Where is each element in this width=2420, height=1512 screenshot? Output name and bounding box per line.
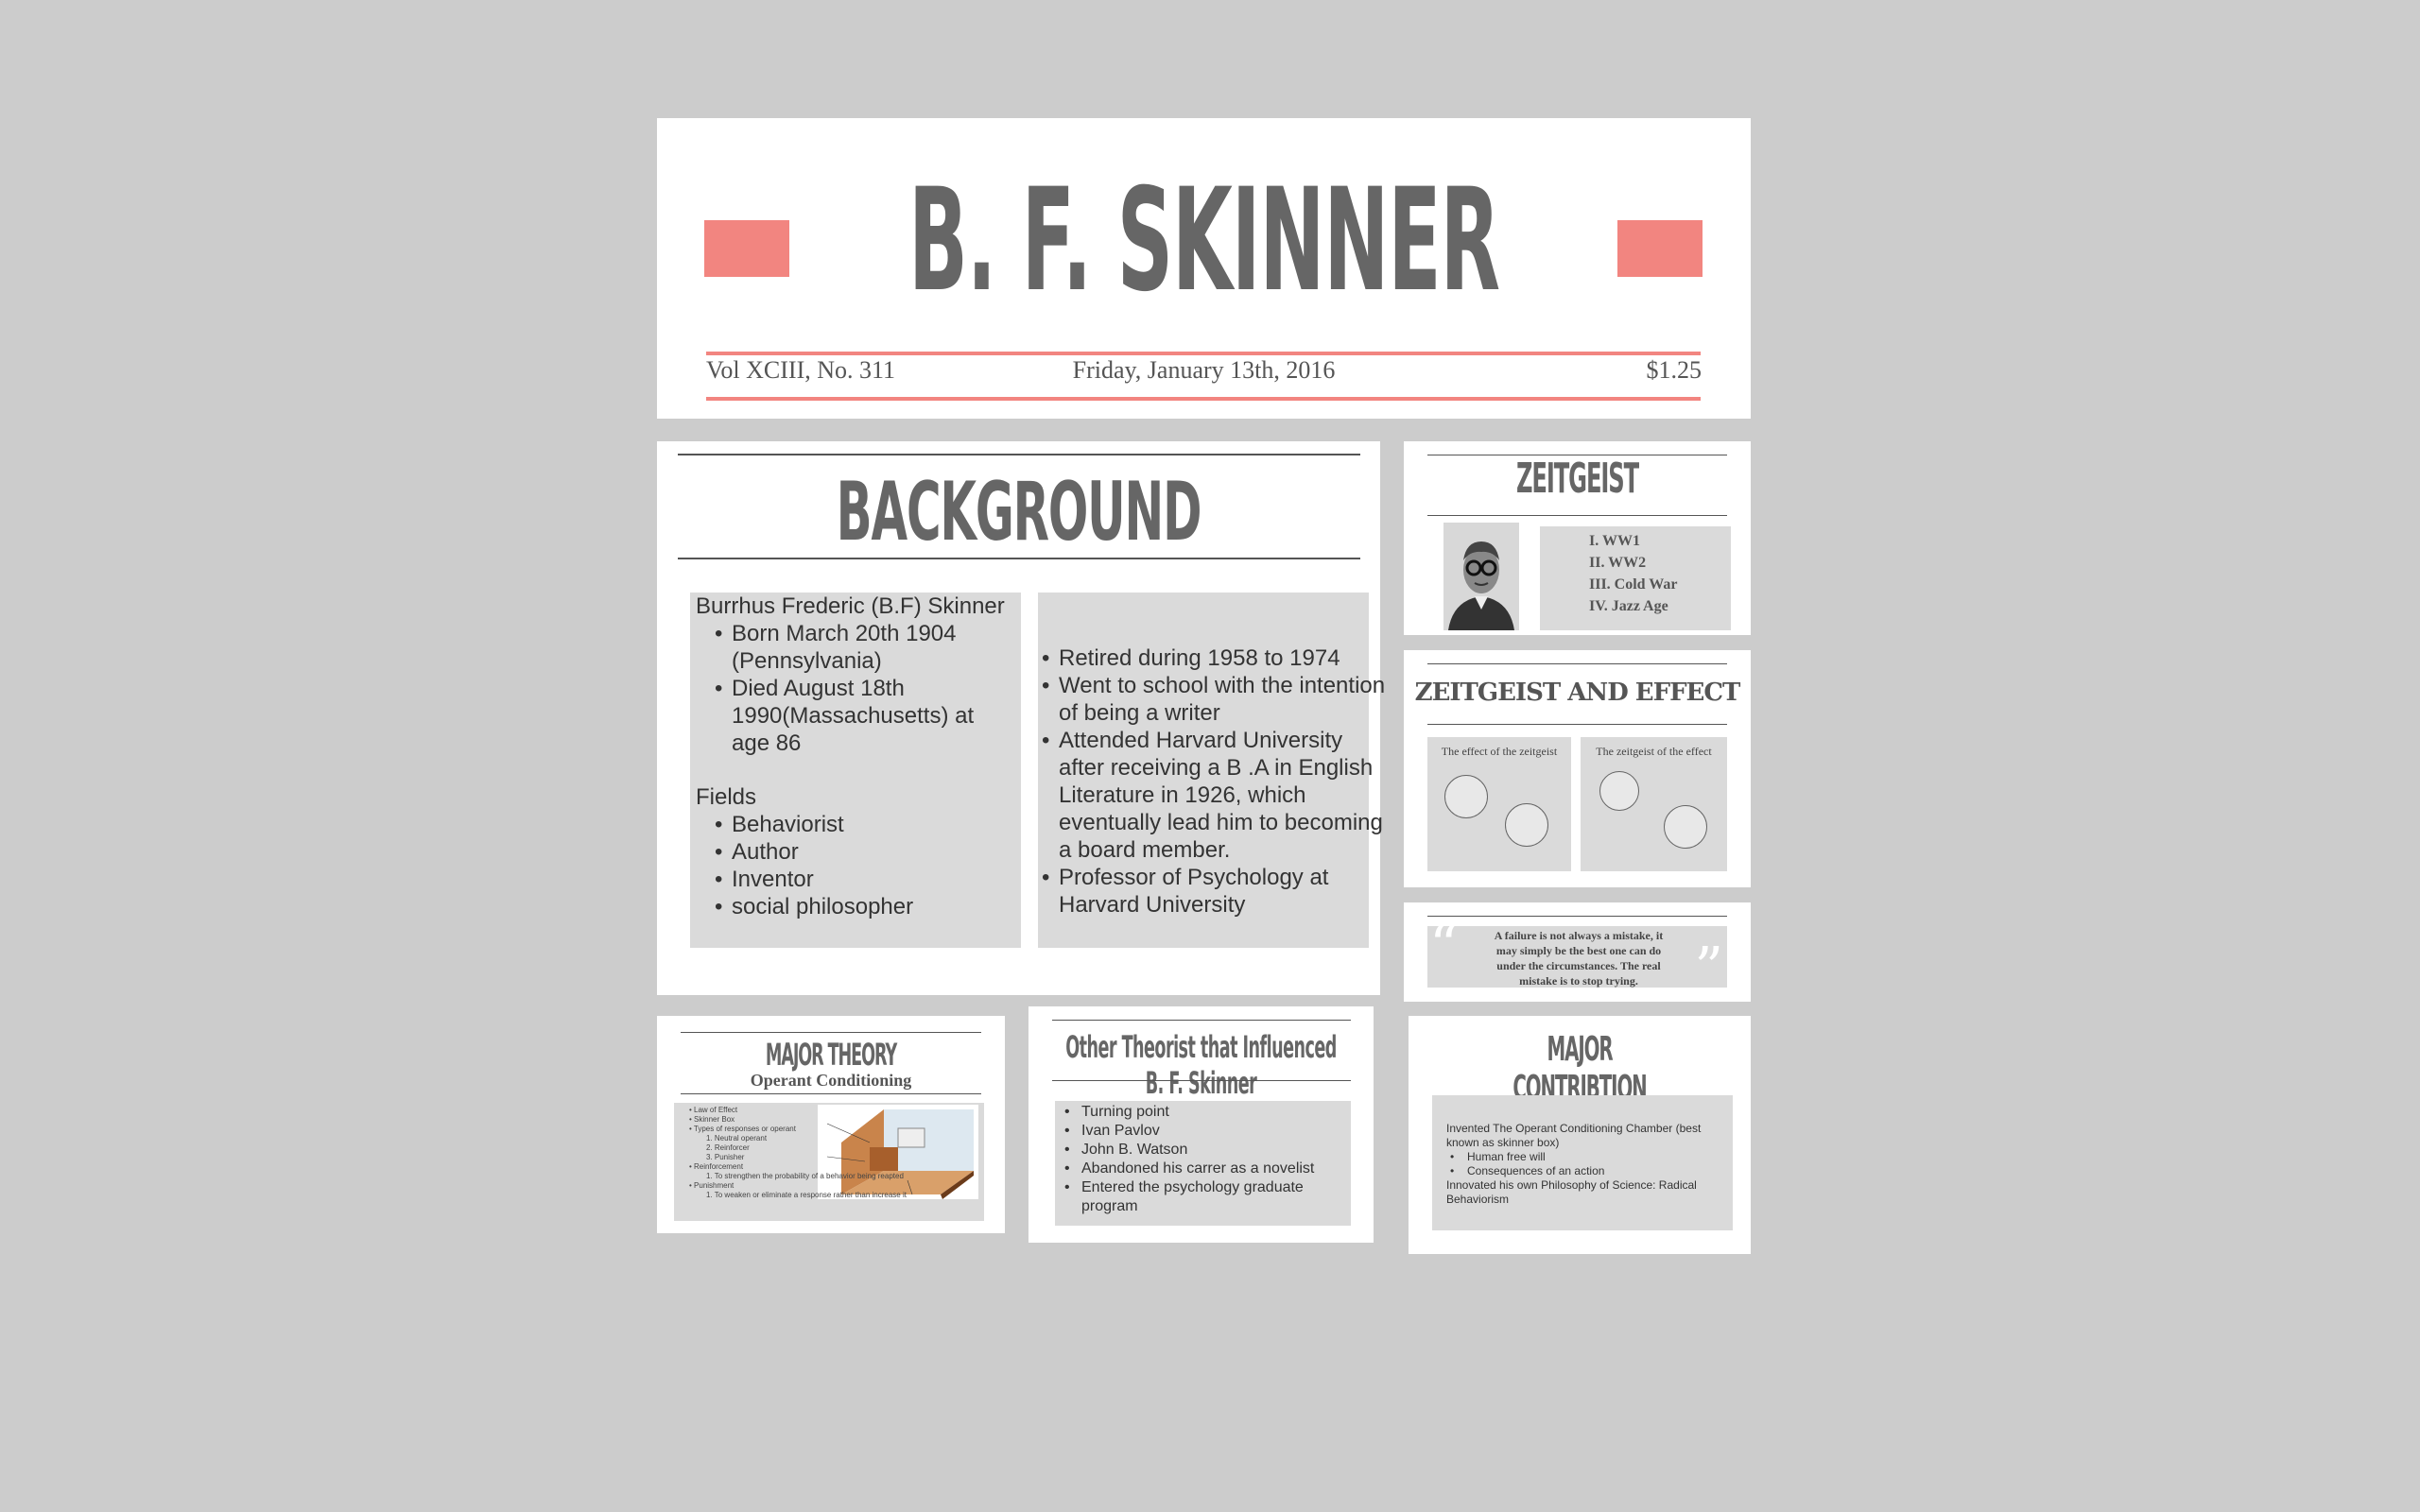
facts-list: Retired during 1958 to 1974 Went to scho…: [1038, 644, 1390, 919]
list-item: Behaviorist: [711, 811, 1015, 838]
list-item: Attended Harvard University after receiv…: [1038, 727, 1390, 864]
zeitgeist-list-box: I. WW1 II. WW2 III. Cold War IV. Jazz Ag…: [1540, 526, 1731, 630]
list-item: • Punishment: [689, 1181, 735, 1190]
other-theorist-panel[interactable]: Other Theorist that Influenced B. F. Ski…: [1028, 1006, 1374, 1243]
quote-box: “ ” A failure is not always a mistake, i…: [1427, 913, 1727, 1002]
divider: [678, 558, 1360, 559]
divider: [1427, 515, 1727, 516]
list-item: Consequences of an action: [1446, 1164, 1720, 1178]
divider: [1427, 916, 1727, 917]
list-item: 1. To weaken or eliminate a response rat…: [706, 1191, 907, 1199]
theorist-list: Turning point Ivan Pavlov John B. Watson…: [1055, 1101, 1351, 1216]
list-item: Author: [711, 838, 1015, 866]
zeitgeist-panel[interactable]: ZEITGEIST I. WW1 II. WW2 III. Cold War I…: [1404, 441, 1751, 635]
background-title: BACKGROUND: [836, 465, 1202, 559]
quote-text: A failure is not always a mistake, it ma…: [1494, 929, 1664, 988]
major-theory-panel[interactable]: MAJOR THEORY Operant Conditioning • Law …: [657, 1016, 1005, 1233]
list-item: Human free will: [1446, 1150, 1720, 1164]
background-panel[interactable]: BACKGROUND Burrhus Frederic (B.F) Skinne…: [657, 441, 1385, 995]
contribution-box: Invented The Operant Conditioning Chambe…: [1432, 1095, 1733, 1230]
contribution-content: Invented The Operant Conditioning Chambe…: [1432, 1095, 1733, 1207]
list-item: Professor of Psychology at Harvard Unive…: [1038, 864, 1390, 919]
card-title: The zeitgeist of the effect: [1596, 745, 1712, 758]
list-item: • Reinforcement: [689, 1162, 744, 1171]
skinner-portrait: [1443, 523, 1519, 630]
major-contribution-panel[interactable]: MAJOR CONTRIBTION Invented The Operant C…: [1409, 1016, 1751, 1254]
list-item: Born March 20th 1904 (Pennsylvania): [711, 620, 1015, 675]
zeitgeist-effect-title: ZEITGEIST AND EFFECT: [1414, 679, 1741, 707]
contribution-line: Invented The Operant Conditioning Chambe…: [1446, 1122, 1702, 1149]
list-item: 1. To strengthen the probability of a be…: [706, 1172, 904, 1180]
open-quote-icon: “: [1429, 913, 1459, 979]
list-item: 3. Punisher: [706, 1153, 745, 1161]
divider: [1052, 1080, 1351, 1081]
list-item: Turning point: [1061, 1103, 1351, 1122]
price-label: $1.25: [1646, 356, 1703, 384]
mind-map-node: [1444, 775, 1488, 818]
list-item: IV. Jazz Age: [1589, 598, 1668, 614]
list-item: III. Cold War: [1589, 576, 1678, 593]
fields-list: Behaviorist Author Inventor social philo…: [696, 811, 1015, 920]
card-title: The effect of the zeitgeist: [1441, 745, 1558, 758]
contribution-list: Human free will Consequences of an actio…: [1446, 1150, 1720, 1178]
list-item: 2. Reinforcer: [706, 1143, 750, 1152]
facts-box: Retired during 1958 to 1974 Went to scho…: [1038, 593, 1385, 948]
mind-map-node: [1505, 803, 1548, 847]
divider: [1427, 663, 1727, 664]
quote-panel[interactable]: “ ” A failure is not always a mistake, i…: [1404, 902, 1751, 1002]
zeitgeist-list: I. WW1 II. WW2 III. Cold War IV. Jazz Ag…: [1540, 526, 1731, 617]
list-item: Died August 18th 1990(Massachusetts) at …: [711, 675, 1015, 757]
list-item: • Skinner Box: [689, 1115, 735, 1124]
bio-box: Burrhus Frederic (B.F) Skinner Born Marc…: [690, 593, 1021, 948]
list-item: II. WW2: [1589, 555, 1647, 571]
divider: [1052, 1020, 1351, 1021]
list-item: Ivan Pavlov: [1061, 1122, 1351, 1141]
list-item: Abandoned his carrer as a novelist: [1061, 1160, 1351, 1178]
list-item: Retired during 1958 to 1974: [1038, 644, 1390, 672]
theory-box: • Law of Effect • Skinner Box • Types of…: [674, 1103, 984, 1221]
date-label: Friday, January 13th, 2016: [1072, 356, 1336, 384]
effect-card-2[interactable]: The zeitgeist of the effect: [1581, 737, 1727, 871]
major-theory-subtitle: Operant Conditioning: [750, 1071, 912, 1090]
list-item: Entered the psychology graduate program: [1061, 1178, 1351, 1216]
divider: [681, 1093, 981, 1094]
list-item: • Law of Effect: [689, 1106, 738, 1114]
list-item: Went to school with the intention of bei…: [1038, 672, 1390, 727]
list-item: • Types of responses or operant: [689, 1125, 796, 1133]
bio-list: Born March 20th 1904 (Pennsylvania) Died…: [696, 620, 1015, 757]
effect-card-1[interactable]: The effect of the zeitgeist: [1427, 737, 1571, 871]
page-title: B. F. SKINNER: [908, 159, 1500, 323]
masthead-panel: B. F. SKINNER Vol XCIII, No. 311 Friday,…: [657, 118, 1751, 419]
full-name: Burrhus Frederic (B.F) Skinner: [696, 593, 1005, 619]
list-item: John B. Watson: [1061, 1141, 1351, 1160]
zeitgeist-effect-panel[interactable]: ZEITGEIST AND EFFECT The effect of the z…: [1404, 650, 1751, 887]
accent-rule-bottom: [706, 397, 1701, 401]
divider: [681, 1032, 981, 1033]
divider: [678, 454, 1360, 455]
close-quote-icon: ”: [1694, 936, 1723, 1002]
mind-map-node: [1664, 805, 1707, 849]
theory-list: • Law of Effect • Skinner Box • Types of…: [689, 1106, 982, 1200]
contribution-line: Innovated his own Philosophy of Science:…: [1446, 1178, 1697, 1206]
zeitgeist-title: ZEITGEIST: [1515, 455, 1639, 503]
accent-block-left: [704, 220, 789, 277]
list-item: 1. Neutral operant: [706, 1134, 768, 1143]
major-theory-title: MAJOR THEORY: [765, 1037, 897, 1073]
fields-label: Fields: [696, 784, 757, 810]
accent-rule-top: [706, 352, 1701, 355]
theorist-box: Turning point Ivan Pavlov John B. Watson…: [1055, 1101, 1351, 1226]
list-item: social philosopher: [711, 893, 1015, 920]
other-theorist-title: Other Theorist that Influenced B. F. Ski…: [1065, 1029, 1337, 1101]
list-item: I. WW1: [1589, 533, 1640, 549]
accent-block-right: [1617, 220, 1703, 277]
mind-map-node: [1599, 771, 1639, 811]
divider: [1427, 724, 1727, 725]
list-item: Inventor: [711, 866, 1015, 893]
